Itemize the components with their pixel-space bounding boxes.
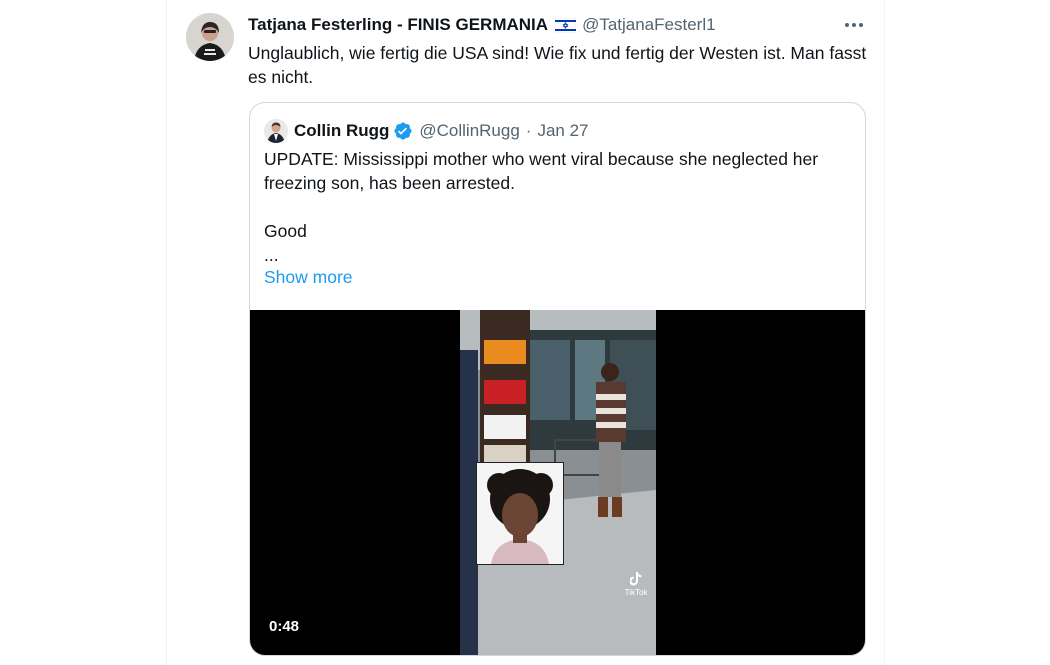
author-name[interactable]: Tatjana Festerling - FINIS GERMANIA	[248, 15, 548, 35]
quoted-text-line: Good	[264, 221, 307, 241]
quoted-tweet-card[interactable]: Collin Rugg @CollinRugg · Jan 27 UPDATE:…	[249, 102, 866, 656]
author-avatar[interactable]	[186, 13, 234, 61]
more-options-button[interactable]	[838, 14, 870, 36]
quoted-text-line: UPDATE: Mississippi mother who went vira…	[264, 149, 819, 193]
quoted-text-line: ...	[264, 245, 279, 265]
quoted-tweet-text: UPDATE: Mississippi mother who went vira…	[264, 147, 854, 267]
ellipsis-icon	[845, 23, 863, 27]
header-separator: ·	[525, 121, 532, 140]
tiktok-icon	[629, 572, 642, 586]
quoted-tweet-header: Collin Rugg @CollinRugg · Jan 27	[264, 119, 589, 143]
tiktok-label: TikTok	[624, 588, 648, 597]
quoted-tweet-date[interactable]: Jan 27	[537, 121, 588, 141]
tweet-header: Tatjana Festerling - FINIS GERMANIA @Tat…	[248, 14, 716, 36]
mugshot-image	[476, 462, 564, 565]
video-player[interactable]: TikTok 0:48	[250, 310, 865, 655]
video-duration: 0:48	[269, 618, 300, 635]
israel-flag-icon	[554, 17, 577, 33]
quoted-author-avatar[interactable]	[264, 119, 288, 143]
verified-badge-icon	[393, 121, 413, 141]
quoted-author-name[interactable]: Collin Rugg	[294, 121, 389, 141]
show-more-link[interactable]: Show more	[264, 267, 353, 288]
quoted-author-handle[interactable]: @CollinRugg	[419, 121, 519, 141]
tiktok-watermark: TikTok	[622, 572, 650, 597]
author-handle[interactable]: @TatjanaFesterl1	[582, 15, 716, 35]
tweet-text: Unglaublich, wie fertig die USA sind! Wi…	[248, 43, 867, 87]
